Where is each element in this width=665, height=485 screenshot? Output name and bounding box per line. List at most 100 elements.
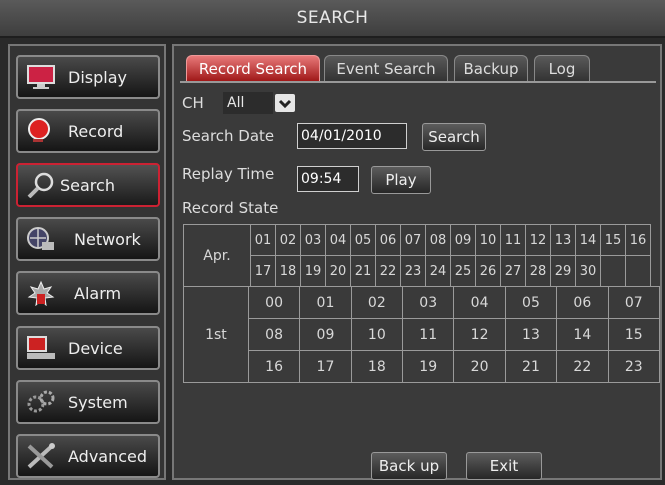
hour-cell[interactable]: 19 <box>402 350 455 383</box>
month-label: Apr. <box>183 224 251 287</box>
day-cell[interactable]: 30 <box>575 255 601 287</box>
backup-button[interactable]: Back up <box>371 452 447 480</box>
device-icon <box>27 336 55 359</box>
ch-select-value: All <box>223 92 273 114</box>
ch-select[interactable]: All <box>223 92 297 114</box>
hour-cell[interactable]: 07 <box>607 286 661 319</box>
network-icon <box>27 227 54 250</box>
hour-cell[interactable]: 06 <box>556 286 609 319</box>
hour-cell[interactable]: 21 <box>504 350 558 383</box>
day-cell[interactable]: 22 <box>375 255 401 287</box>
sidebar-item-search[interactable]: Search <box>16 163 160 207</box>
hour-cell[interactable]: 09 <box>299 318 352 351</box>
hour-cell[interactable]: 01 <box>299 286 352 319</box>
tab-divider <box>180 81 656 83</box>
sidebar-item-advanced[interactable]: Advanced <box>16 434 160 478</box>
day-cell <box>600 255 626 287</box>
monitor-icon <box>27 65 55 89</box>
hour-cell[interactable]: 00 <box>247 286 301 319</box>
hour-cell[interactable]: 08 <box>247 318 301 351</box>
sidebar-item-alarm[interactable]: Alarm <box>16 271 160 315</box>
sidebar-item-label: Device <box>68 339 123 358</box>
hour-cell[interactable]: 12 <box>453 318 506 351</box>
hour-cell[interactable]: 03 <box>402 286 455 319</box>
hour-cell[interactable]: 02 <box>350 286 404 319</box>
hour-cell[interactable]: 11 <box>402 318 455 351</box>
day-cell[interactable]: 27 <box>500 255 526 287</box>
hour-cell[interactable]: 16 <box>247 350 301 383</box>
tab-backup[interactable]: Backup <box>454 55 528 81</box>
day-cell[interactable]: 14 <box>575 224 601 256</box>
hour-cell[interactable]: 05 <box>504 286 558 319</box>
tab-record-search[interactable]: Record Search <box>186 55 320 81</box>
hour-cell[interactable]: 14 <box>556 318 609 351</box>
day-cell[interactable]: 29 <box>550 255 576 287</box>
sidebar-item-record[interactable]: Record <box>16 109 160 153</box>
day-cell[interactable]: 21 <box>350 255 376 287</box>
day-cell[interactable]: 07 <box>400 224 426 256</box>
day-cell[interactable]: 02 <box>275 224 301 256</box>
main-panel: Record Search Event Search Backup Log CH… <box>172 44 662 480</box>
hour-cell[interactable]: 15 <box>607 318 661 351</box>
tab-event-search[interactable]: Event Search <box>324 55 448 81</box>
replay-time-label: Replay Time <box>182 165 275 183</box>
day-cell[interactable]: 17 <box>250 255 276 287</box>
day-cell[interactable]: 10 <box>475 224 501 256</box>
search-date-field[interactable]: 04/01/2010 <box>297 123 407 149</box>
hour-cell[interactable]: 10 <box>350 318 404 351</box>
sidebar-item-label: System <box>68 393 128 412</box>
day-cell[interactable]: 20 <box>325 255 351 287</box>
hour-cell[interactable]: 17 <box>299 350 352 383</box>
sidebar-item-system[interactable]: System <box>16 380 160 424</box>
tab-log[interactable]: Log <box>534 55 590 81</box>
replay-time-field[interactable]: 09:54 <box>297 166 359 192</box>
ch-label: CH <box>182 94 204 112</box>
hour-cell[interactable]: 04 <box>453 286 506 319</box>
day-cell[interactable]: 06 <box>375 224 401 256</box>
day-cell[interactable]: 19 <box>300 255 326 287</box>
magnifier-icon <box>27 172 54 198</box>
day-cell[interactable]: 04 <box>325 224 351 256</box>
sidebar-item-label: Advanced <box>68 447 148 466</box>
sidebar-item-display[interactable]: Display <box>16 55 160 99</box>
day-cell[interactable]: 24 <box>425 255 451 287</box>
day-cell[interactable]: 01 <box>250 224 276 256</box>
day-cell[interactable]: 23 <box>400 255 426 287</box>
window-title: SEARCH <box>0 0 665 38</box>
sidebar-item-device[interactable]: Device <box>16 326 160 370</box>
day-cell[interactable]: 28 <box>525 255 551 287</box>
day-cell[interactable]: 08 <box>425 224 451 256</box>
day-label: 1st <box>183 286 249 383</box>
exit-button[interactable]: Exit <box>466 452 542 480</box>
day-cell[interactable]: 26 <box>475 255 501 287</box>
day-cell[interactable]: 15 <box>600 224 626 256</box>
chevron-down-icon <box>275 94 295 112</box>
search-date-label: Search Date <box>182 127 275 145</box>
hour-cell[interactable]: 20 <box>453 350 506 383</box>
search-button[interactable]: Search <box>422 123 486 151</box>
system-gears-icon <box>27 390 55 413</box>
day-cell[interactable]: 03 <box>300 224 326 256</box>
day-cell[interactable]: 05 <box>350 224 376 256</box>
hour-cell[interactable]: 23 <box>607 350 661 383</box>
sidebar: Display Record Search Network Alarm Devi… <box>8 44 166 480</box>
day-cell[interactable]: 18 <box>275 255 301 287</box>
tools-icon <box>27 443 55 469</box>
day-cell[interactable]: 13 <box>550 224 576 256</box>
day-cell[interactable]: 25 <box>450 255 476 287</box>
day-cell <box>625 255 651 287</box>
sidebar-item-network[interactable]: Network <box>16 217 160 261</box>
hour-cell[interactable]: 22 <box>556 350 609 383</box>
play-button[interactable]: Play <box>371 166 431 194</box>
sidebar-item-label: Record <box>68 122 124 141</box>
hour-cell[interactable]: 13 <box>504 318 558 351</box>
day-cell[interactable]: 16 <box>625 224 651 256</box>
day-cell[interactable]: 12 <box>525 224 551 256</box>
record-icon <box>28 118 50 142</box>
alarm-icon <box>27 280 55 306</box>
hour-cell[interactable]: 18 <box>350 350 404 383</box>
sidebar-item-label: Display <box>68 68 127 87</box>
day-cell[interactable]: 11 <box>500 224 526 256</box>
sidebar-item-label: Search <box>60 176 115 195</box>
day-cell[interactable]: 09 <box>450 224 476 256</box>
